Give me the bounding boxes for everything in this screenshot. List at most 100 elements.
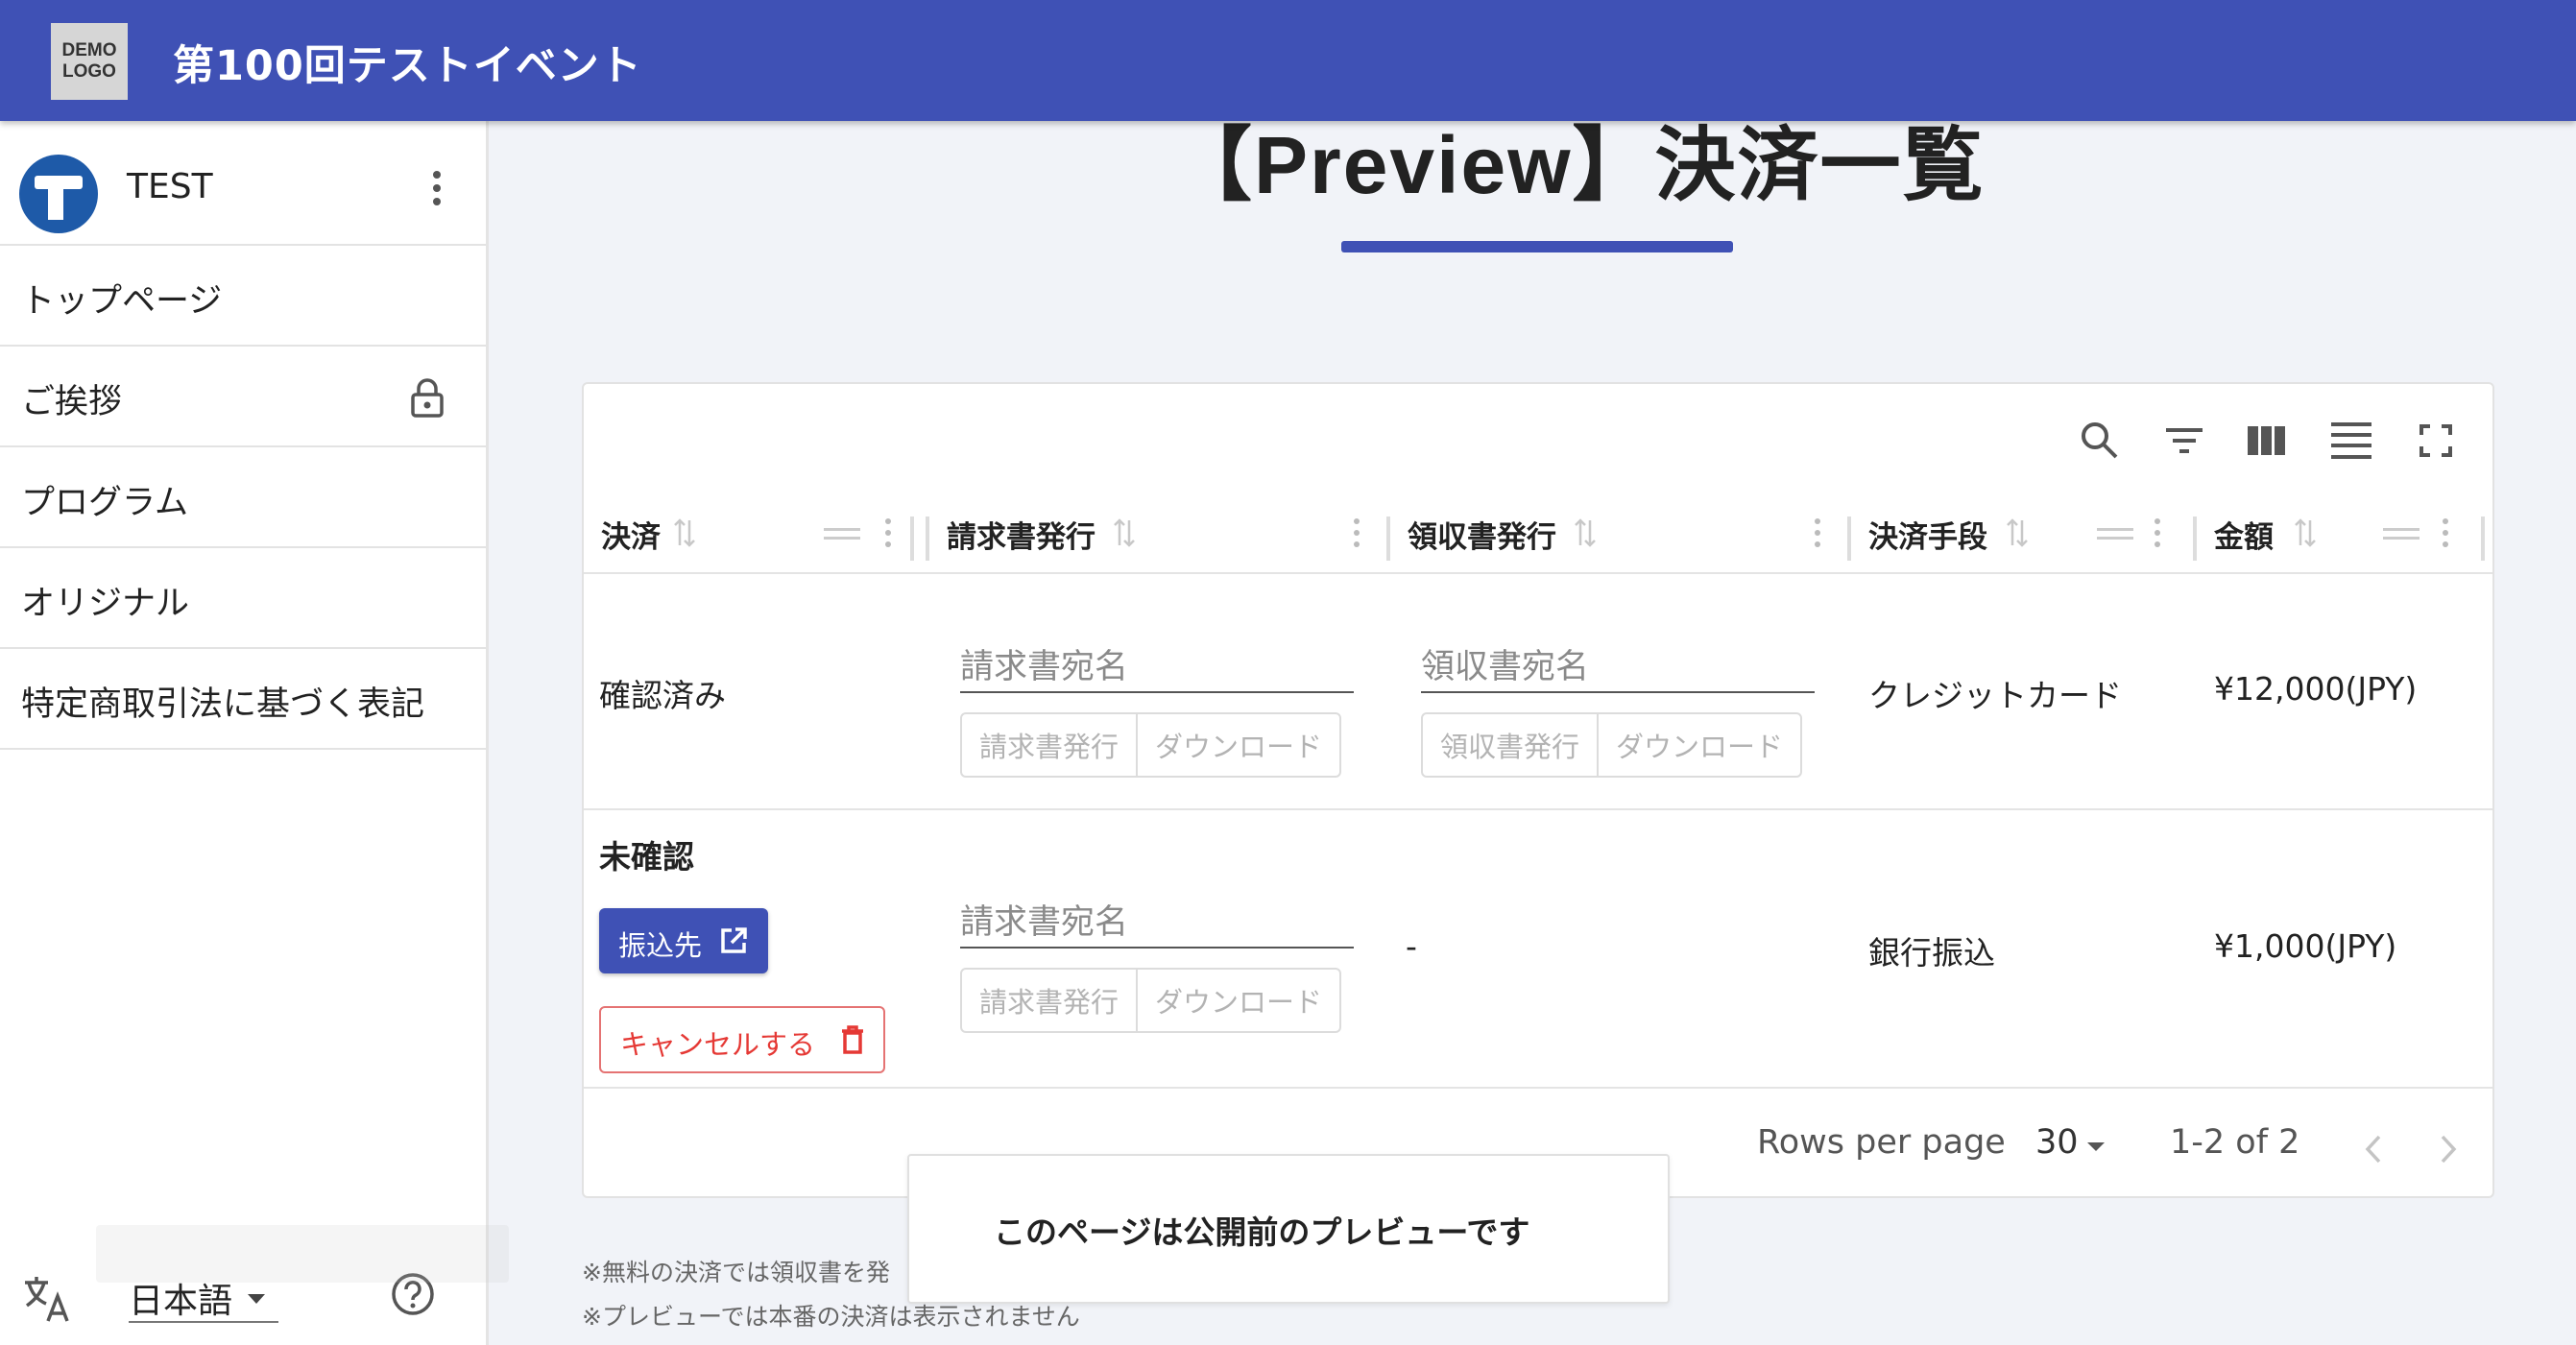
drag-handle-icon[interactable] xyxy=(824,528,860,541)
sidebar-item-original[interactable]: オリジナル xyxy=(0,548,486,649)
receipt-issue-button[interactable]: 領収書発行 xyxy=(1423,714,1597,776)
preview-notice-text: このページは公開前のプレビューです xyxy=(994,1213,1530,1251)
column-header-amount[interactable]: 金額 xyxy=(2193,509,2485,572)
drag-handle-icon[interactable] xyxy=(2383,528,2420,541)
row-divider xyxy=(584,1087,2492,1089)
sort-icon[interactable] xyxy=(2005,516,2030,549)
invoice-name-placeholder: 請求書宛名 xyxy=(960,903,1129,942)
columns-icon[interactable] xyxy=(2245,419,2289,463)
payment-method-cell: 銀行振込 xyxy=(1868,934,1995,972)
rows-per-page-label: Rows per page xyxy=(1757,1123,2006,1162)
sidebar-item-program[interactable]: プログラム xyxy=(0,447,486,548)
invoice-issue-button[interactable]: 請求書発行 xyxy=(962,714,1136,776)
trash-icon xyxy=(842,1025,863,1054)
header-divider xyxy=(584,572,2492,574)
search-icon[interactable] xyxy=(2078,419,2122,463)
footnote-free-payment: ※無料の決済では領収書を発 xyxy=(582,1259,890,1286)
more-vert-icon[interactable] xyxy=(1813,518,1822,557)
amount-cell: ¥12,000(JPY) xyxy=(2214,670,2418,708)
column-header-label: 金額 xyxy=(2214,520,2274,555)
chevron-down-icon xyxy=(2087,1142,2105,1151)
row-divider xyxy=(584,808,2492,810)
preview-notice: このページは公開前のプレビューです xyxy=(907,1154,1670,1304)
sidebar-item-top[interactable]: トップページ xyxy=(0,246,486,347)
density-icon[interactable] xyxy=(2329,419,2373,463)
chevron-down-icon xyxy=(248,1294,265,1304)
sort-icon[interactable] xyxy=(1112,516,1137,549)
more-vert-icon[interactable] xyxy=(422,171,451,209)
pagination-range: 1-2 of 2 xyxy=(2170,1123,2300,1162)
chevron-left-icon[interactable] xyxy=(2362,1131,2387,1167)
sidebar-item-label: オリジナル xyxy=(21,585,190,623)
sort-icon[interactable] xyxy=(2293,516,2318,549)
chevron-right-icon[interactable] xyxy=(2435,1131,2460,1167)
sort-icon[interactable] xyxy=(1573,516,1598,549)
lock-icon xyxy=(411,378,444,418)
invoice-name-placeholder: 請求書宛名 xyxy=(960,648,1129,686)
fullscreen-icon[interactable] xyxy=(2414,419,2458,463)
title-underline xyxy=(1341,241,1733,252)
drag-handle-icon[interactable] xyxy=(2097,528,2133,541)
translate-icon xyxy=(25,1277,69,1322)
column-resizer[interactable] xyxy=(2193,516,2197,561)
invoice-button-group: 請求書発行 ダウンロード xyxy=(960,968,1342,1033)
filter-icon[interactable] xyxy=(2162,419,2206,463)
column-header-label: 領収書発行 xyxy=(1408,520,1556,555)
invoice-name-input[interactable]: 請求書宛名 xyxy=(960,632,1354,693)
invoice-download-button[interactable]: ダウンロード xyxy=(1136,970,1339,1031)
account-avatar xyxy=(19,155,98,233)
faded-tooltip xyxy=(96,1225,509,1283)
receipt-download-button[interactable]: ダウンロード xyxy=(1597,714,1800,776)
transfer-info-label: 振込先 xyxy=(618,929,703,962)
app-header: DEMO LOGO 第100回テストイベント xyxy=(0,0,2576,121)
more-vert-icon[interactable] xyxy=(1352,518,1361,557)
sidebar-item-legal[interactable]: 特定商取引法に基づく表記 xyxy=(0,649,486,750)
logo-line1: DEMO xyxy=(61,40,117,60)
column-header-receipt[interactable]: 領収書発行 xyxy=(1386,509,1851,572)
column-resizer[interactable] xyxy=(1847,516,1851,561)
sidebar: TEST トップページ ご挨拶 プログラム オリジナル 特定商取引法に基づく表記… xyxy=(0,121,489,1345)
more-vert-icon[interactable] xyxy=(2441,518,2450,557)
sidebar-item-label: ご挨拶 xyxy=(21,383,123,421)
column-header-payment[interactable]: 決済 xyxy=(584,509,922,572)
status-cell: 確認済み xyxy=(599,677,726,714)
sidebar-item-greeting[interactable]: ご挨拶 xyxy=(0,347,486,447)
account-name: TEST xyxy=(127,167,213,206)
payments-table: 決済 請求書発行 領収書発行 決済手段 金額 確認済み 請求書宛名 請求書発行 … xyxy=(582,382,2494,1198)
receipt-button-group: 領収書発行 ダウンロード xyxy=(1421,712,1803,778)
demo-logo[interactable]: DEMO LOGO xyxy=(51,23,128,100)
sidebar-item-label: 特定商取引法に基づく表記 xyxy=(21,685,425,724)
column-resizer[interactable] xyxy=(926,516,929,561)
column-header-method[interactable]: 決済手段 xyxy=(1847,509,2197,572)
column-header-invoice[interactable]: 請求書発行 xyxy=(926,509,1390,572)
language-value: 日本語 xyxy=(129,1282,233,1321)
cancel-button[interactable]: キャンセルする xyxy=(599,1006,885,1073)
payment-method-cell: クレジットカード xyxy=(1868,677,2122,714)
open-in-new-icon xyxy=(721,927,747,953)
rows-per-page-value: 30 xyxy=(2035,1123,2079,1162)
account-section: TEST xyxy=(0,121,486,246)
column-header-label: 請求書発行 xyxy=(947,520,1095,555)
rows-per-page-select[interactable]: 30 xyxy=(2035,1123,2079,1162)
column-header-label: 決済 xyxy=(601,520,661,555)
transfer-info-button[interactable]: 振込先 xyxy=(599,908,768,973)
invoice-download-button[interactable]: ダウンロード xyxy=(1136,714,1339,776)
status-cell: 未確認 xyxy=(599,838,694,876)
invoice-name-input[interactable]: 請求書宛名 xyxy=(960,887,1354,949)
amount-cell: ¥1,000(JPY) xyxy=(2214,927,2397,965)
column-resizer[interactable] xyxy=(910,516,914,561)
column-resizer[interactable] xyxy=(1386,516,1390,561)
receipt-name-placeholder: 領収書宛名 xyxy=(1421,648,1590,686)
column-header-label: 決済手段 xyxy=(1868,520,1987,555)
cancel-label: キャンセルする xyxy=(620,1028,816,1061)
invoice-button-group: 請求書発行 ダウンロード xyxy=(960,712,1342,778)
logo-line2: LOGO xyxy=(62,61,116,82)
receipt-cell: - xyxy=(1406,927,1417,965)
more-vert-icon[interactable] xyxy=(883,518,893,557)
more-vert-icon[interactable] xyxy=(2153,518,2162,557)
column-resizer[interactable] xyxy=(2481,516,2485,561)
sidebar-item-label: トップページ xyxy=(21,282,223,321)
sort-icon[interactable] xyxy=(672,516,697,549)
invoice-issue-button[interactable]: 請求書発行 xyxy=(962,970,1136,1031)
receipt-name-input[interactable]: 領収書宛名 xyxy=(1421,632,1815,693)
